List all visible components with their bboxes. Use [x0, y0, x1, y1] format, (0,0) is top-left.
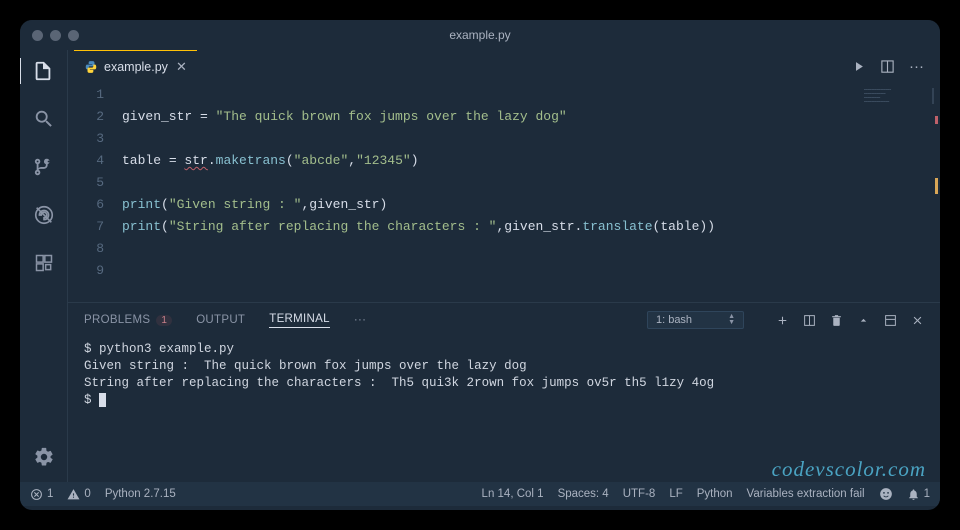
tab-more[interactable]: ··· [354, 314, 366, 326]
editor-actions: ··· [851, 58, 940, 75]
zoom-dot[interactable] [68, 30, 79, 41]
minimize-dot[interactable] [50, 30, 61, 41]
panel-tabs: PROBLEMS1 OUTPUT TERMINAL ··· 1: bash▲▼ [68, 303, 940, 337]
more-actions-icon[interactable]: ··· [909, 58, 924, 75]
status-encoding[interactable]: UTF-8 [623, 488, 656, 500]
terminal-cursor [99, 393, 106, 407]
extensions-icon[interactable] [31, 250, 57, 276]
split-terminal-icon[interactable] [803, 314, 816, 327]
minimap[interactable]: ▬▬▬▬▬▬▬▬▬▬▬▬▬▬▬ ▬▬▬▬▬▬▬▬▬▬▬▬ ▬▬▬▬▬▬▬▬▬ ▬… [864, 88, 934, 104]
status-language[interactable]: Python [697, 488, 733, 500]
titlebar: example.py [20, 20, 940, 50]
debug-icon[interactable] [31, 202, 57, 228]
close-dot[interactable] [32, 30, 43, 41]
settings-gear-icon[interactable] [31, 444, 57, 470]
terminal-actions [768, 314, 924, 327]
terminal-select[interactable]: 1: bash▲▼ [647, 311, 744, 329]
bottom-panel: PROBLEMS1 OUTPUT TERMINAL ··· 1: bash▲▼ [68, 302, 940, 482]
close-panel-icon[interactable] [911, 314, 924, 327]
status-warnings[interactable]: 0 [67, 488, 90, 501]
python-file-icon [84, 60, 98, 74]
tab-problems[interactable]: PROBLEMS1 [84, 314, 172, 326]
status-eol[interactable]: LF [669, 488, 682, 500]
search-icon[interactable] [31, 106, 57, 132]
activity-bar [20, 50, 68, 482]
terminal-output[interactable]: $ python3 example.py Given string : The … [68, 337, 940, 482]
status-feedback-icon[interactable] [879, 487, 893, 501]
editor-window: example.py example.py ✕ [20, 20, 940, 510]
new-terminal-icon[interactable] [776, 314, 789, 327]
tab-terminal[interactable]: TERMINAL [269, 313, 330, 328]
tab-close-icon[interactable]: ✕ [176, 59, 187, 75]
run-icon[interactable] [851, 59, 866, 74]
kill-terminal-icon[interactable] [830, 314, 843, 327]
watermark: codevscolor.com [772, 461, 926, 478]
status-notifications[interactable]: 1 [907, 488, 930, 501]
status-python-version[interactable]: Python 2.7.15 [105, 488, 176, 500]
status-bar: 1 0 Python 2.7.15 Ln 14, Col 1 Spaces: 4… [20, 482, 940, 506]
status-extra[interactable]: Variables extraction fail [747, 488, 865, 500]
overview-ruler-error [935, 116, 938, 124]
tab-filename: example.py [104, 60, 168, 74]
status-cursor-pos[interactable]: Ln 14, Col 1 [482, 488, 544, 500]
code-editor[interactable]: 1 2 3 4 5 6 7 8 9 given_str = "The quick… [68, 82, 940, 302]
window-title: example.py [449, 28, 510, 42]
maximize-panel-icon[interactable] [884, 314, 897, 327]
tab-bar: example.py ✕ ··· [68, 50, 940, 82]
content-area: example.py ✕ ··· 1 2 3 4 5 6 7 8 9 given… [68, 50, 940, 482]
source-control-icon[interactable] [31, 154, 57, 180]
main-row: example.py ✕ ··· 1 2 3 4 5 6 7 8 9 given… [20, 50, 940, 482]
tab-example-py[interactable]: example.py ✕ [74, 50, 197, 82]
tab-output[interactable]: OUTPUT [196, 314, 245, 326]
panel-up-icon[interactable] [857, 314, 870, 327]
overview-ruler-mark [935, 178, 938, 194]
traffic-lights[interactable] [32, 30, 79, 41]
status-errors[interactable]: 1 [30, 488, 53, 501]
explorer-icon[interactable] [20, 58, 67, 84]
split-editor-icon[interactable] [880, 59, 895, 74]
line-gutter: 1 2 3 4 5 6 7 8 9 [68, 84, 122, 302]
status-spaces[interactable]: Spaces: 4 [558, 488, 609, 500]
code-body[interactable]: given_str = "The quick brown fox jumps o… [122, 84, 940, 302]
